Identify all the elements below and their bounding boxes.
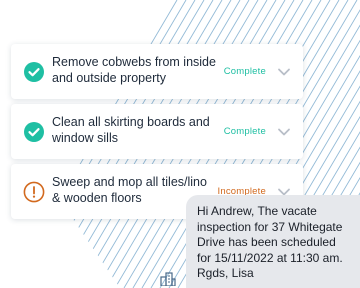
message-text: Hi Andrew, The vacate inspection for 37 … xyxy=(197,204,343,280)
task-label: Clean all skirting boards and window sil… xyxy=(52,115,210,145)
task-card[interactable]: Remove cobwebs from inside and outside p… xyxy=(11,44,303,99)
message-bubble: Hi Andrew, The vacate inspection for 37 … xyxy=(186,195,360,288)
check-circle-icon xyxy=(24,121,44,142)
status-complete-label: Complete xyxy=(223,126,266,137)
task-card[interactable]: Clean all skirting boards and window sil… xyxy=(11,104,303,159)
building-icon xyxy=(160,272,176,286)
task-label: Remove cobwebs from inside and outside p… xyxy=(52,55,216,85)
status-complete-label: Complete xyxy=(223,66,266,77)
chevron-down-icon[interactable] xyxy=(277,65,291,79)
check-circle-icon xyxy=(24,61,44,82)
chevron-down-icon[interactable] xyxy=(277,125,291,139)
alert-circle-icon xyxy=(23,181,45,202)
